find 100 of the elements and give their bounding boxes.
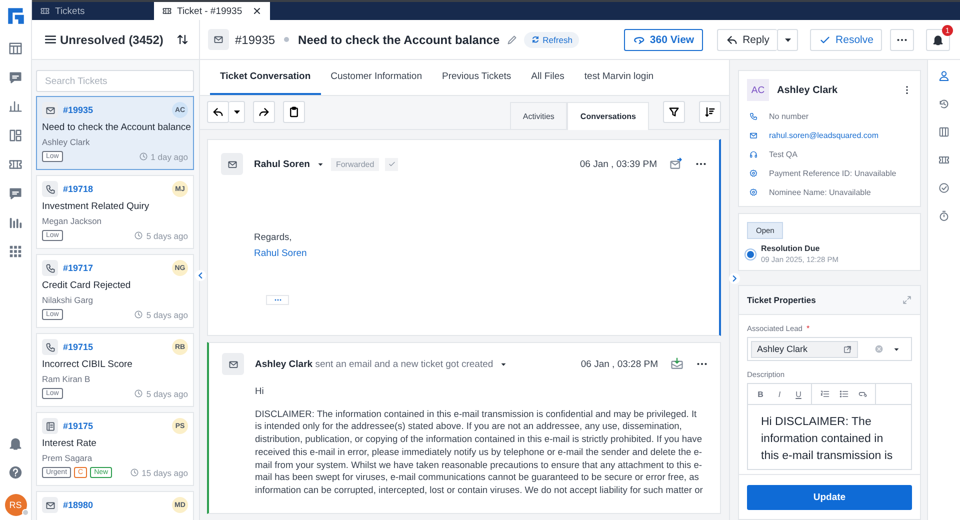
email-link[interactable]: rahul.soren@leadsquared.com bbox=[769, 131, 879, 140]
sort-button[interactable] bbox=[699, 101, 721, 123]
filter-button[interactable] bbox=[663, 101, 685, 123]
ticket-number: #19935 bbox=[235, 32, 276, 46]
ticket-icon[interactable] bbox=[938, 154, 950, 166]
tab[interactable]: test Marvin login bbox=[574, 71, 664, 95]
ticket-age: 15 days ago bbox=[142, 468, 188, 478]
detail-text: Test QA bbox=[769, 150, 798, 159]
reply-options-button[interactable] bbox=[229, 101, 245, 123]
bar-chart-icon[interactable] bbox=[8, 215, 23, 230]
contact-name: Prem Sagara bbox=[42, 453, 94, 463]
reply-icon bbox=[726, 34, 738, 46]
signature-link[interactable]: Rahul Soren bbox=[254, 248, 307, 259]
separator-dot bbox=[284, 37, 290, 42]
numbered-list-icon bbox=[820, 389, 830, 399]
format-button[interactable]: U bbox=[791, 386, 806, 402]
external-link-icon[interactable] bbox=[843, 344, 852, 354]
reply-menu-button[interactable] bbox=[777, 28, 798, 50]
message-summary: Ashley Clark sent an email and a new ticket got created bbox=[255, 358, 494, 370]
contact-name: Ashley Clark bbox=[777, 84, 838, 96]
ticket-number: #19717 bbox=[63, 263, 94, 273]
ticket-number: #19175 bbox=[63, 421, 94, 431]
envelope-icon bbox=[749, 131, 758, 140]
received-mail-icon bbox=[670, 357, 684, 371]
table-icon[interactable] bbox=[8, 41, 23, 56]
description-text: Hi DISCLAIMER: The information contained in this e-mail transmission is bbox=[760, 415, 894, 464]
envelope-icon bbox=[226, 158, 238, 170]
contact-name: Ashley Clark bbox=[42, 137, 91, 147]
360-view-button[interactable]: 360 View bbox=[624, 28, 703, 50]
history-icon[interactable] bbox=[938, 98, 950, 110]
ticket-number: #19715 bbox=[63, 342, 94, 352]
collapse-icon[interactable] bbox=[196, 271, 205, 280]
required-mark: * bbox=[806, 324, 810, 333]
note-button[interactable] bbox=[283, 101, 305, 123]
app-tab[interactable]: Tickets bbox=[32, 2, 154, 20]
clipboard-icon bbox=[288, 106, 300, 118]
link-icon bbox=[858, 389, 868, 399]
bell-icon bbox=[932, 34, 944, 46]
clock-icon bbox=[134, 310, 144, 319]
tab[interactable]: Previous Tickets bbox=[432, 71, 522, 95]
reply-button[interactable] bbox=[207, 101, 229, 123]
headset-icon bbox=[749, 150, 758, 159]
filter-icon bbox=[668, 106, 680, 118]
clock-icon bbox=[138, 152, 148, 161]
ticket-number: #18980 bbox=[63, 500, 94, 510]
lead-select[interactable]: Ashley Clark bbox=[747, 337, 912, 361]
bell-icon[interactable] bbox=[8, 436, 23, 451]
expand-panel-icon[interactable] bbox=[730, 274, 739, 283]
check-icon[interactable] bbox=[938, 182, 950, 194]
badge-icon bbox=[749, 169, 758, 178]
detail-text: Nominee Name: Unavailable bbox=[769, 188, 871, 197]
message-time: 06 Jan , 03:28 PM bbox=[580, 358, 658, 370]
clock-icon bbox=[134, 389, 144, 398]
ticket-subject: Incorrect CIBIL Score bbox=[42, 359, 134, 370]
check-icon bbox=[388, 160, 396, 168]
message-text: DISCLAIMER: The information contained in this e-mail transmission is confidential and may be privileged. It is intended only for the addressee(s) stated above. If you are not an addressee, any use, dissemination, distribution, publication, or copying of the information contained in this e-mail is strictly prohibited. If you have received this e-mail in error, please immediately notify us by telephone or e-mail the sender and delete the e-mail from your system. Whilst we have taken reasonable precautions to ensure that any attachment to this e-mail has been swept for viruses, e-mail communications cannot be guaranteed to be secure or error free, as information can be corrupted, intercepted, lost or contain viruses. We do not accept liability for such matter or bbox=[255, 408, 704, 497]
columns-icon[interactable] bbox=[938, 126, 950, 138]
ticket-number: #19718 bbox=[63, 184, 94, 194]
view-tab[interactable]: Activities bbox=[510, 102, 568, 129]
chat-icon[interactable] bbox=[8, 186, 23, 201]
menu-icon[interactable] bbox=[44, 33, 57, 46]
update-button[interactable]: Update bbox=[747, 484, 912, 510]
detail-text: No number bbox=[769, 112, 809, 121]
chart-icon[interactable] bbox=[8, 99, 23, 114]
envelope-icon bbox=[228, 358, 238, 370]
ticket-subject: Interest Rate bbox=[42, 438, 98, 449]
contact-name: Ram Kiran B bbox=[42, 374, 92, 384]
detail-text: Payment Reference ID: Unavailable bbox=[769, 169, 896, 178]
forward-button[interactable] bbox=[253, 101, 275, 123]
close-icon[interactable] bbox=[252, 6, 262, 16]
forward-icon bbox=[258, 106, 270, 118]
app-tab[interactable]: Ticket - #19935 bbox=[154, 2, 270, 20]
refresh-button[interactable]: Refresh bbox=[524, 32, 580, 48]
ticket-icon[interactable] bbox=[8, 157, 23, 172]
due-label: Resolution Due bbox=[761, 244, 821, 253]
search-field[interactable]: Search Tickets bbox=[36, 70, 194, 92]
format-button[interactable]: B bbox=[753, 386, 768, 402]
timer-icon[interactable] bbox=[938, 210, 950, 222]
sent-mail-icon bbox=[669, 157, 683, 171]
clock-icon bbox=[130, 468, 139, 477]
initials-avatar: AC bbox=[747, 79, 769, 101]
format-button[interactable]: I bbox=[772, 386, 787, 402]
message-text: Hi bbox=[255, 385, 265, 398]
sort-icon[interactable] bbox=[176, 33, 189, 46]
person-icon[interactable] bbox=[938, 70, 950, 82]
reply-button[interactable]: Reply bbox=[717, 28, 777, 50]
message-time: 06 Jan , 03:39 PM bbox=[580, 158, 657, 170]
view-tab[interactable]: Conversations bbox=[567, 102, 649, 130]
tab[interactable]: All Files bbox=[521, 71, 574, 95]
tab[interactable]: Customer Information bbox=[320, 71, 432, 95]
ticket-number: #19935 bbox=[63, 105, 94, 115]
apps-icon[interactable] bbox=[8, 244, 23, 259]
phone-icon bbox=[749, 112, 758, 121]
pencil-icon[interactable] bbox=[506, 34, 518, 46]
logo-icon[interactable] bbox=[6, 7, 24, 25]
check-icon bbox=[818, 34, 831, 46]
chat-icon[interactable] bbox=[8, 70, 23, 85]
dashboard-icon[interactable] bbox=[8, 128, 23, 143]
resolve-button[interactable]: Resolve bbox=[810, 28, 882, 50]
help-icon[interactable] bbox=[8, 465, 23, 480]
